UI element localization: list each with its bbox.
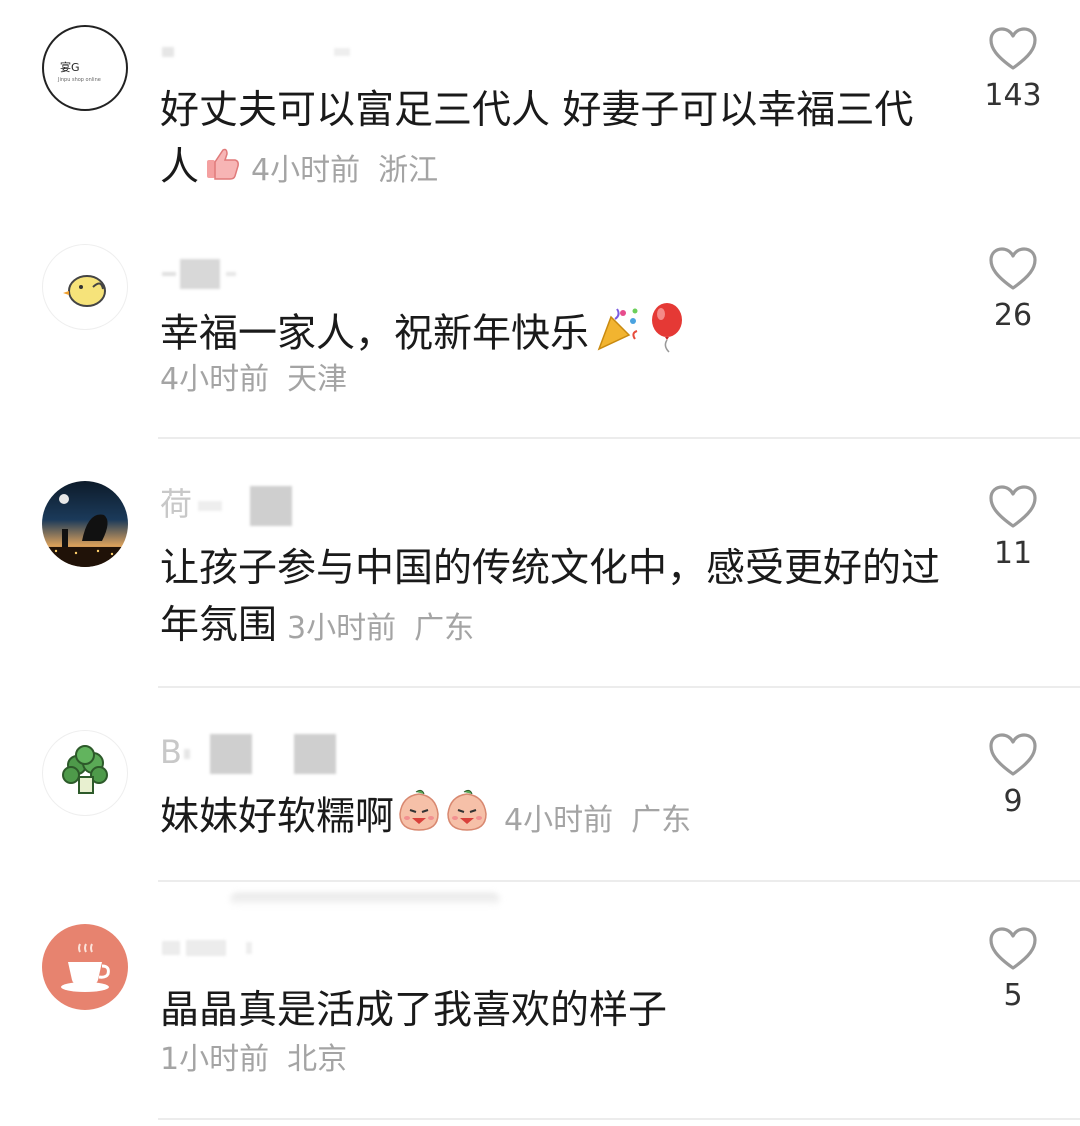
username[interactable] xyxy=(160,926,252,966)
blurred-username xyxy=(246,942,252,954)
heart-icon xyxy=(989,27,1037,70)
peach-face-icon xyxy=(444,788,490,850)
avatar[interactable]: 宴G Jinpu shop online xyxy=(42,25,128,111)
blurred-username xyxy=(162,47,174,57)
like-button[interactable]: 143 xyxy=(980,26,1046,113)
blurred-username xyxy=(180,259,220,289)
like-count: 26 xyxy=(993,298,1033,333)
avatar[interactable] xyxy=(42,244,128,330)
like-count: 5 xyxy=(1003,978,1023,1013)
comment-location: 天津 xyxy=(287,362,348,397)
like-count: 143 xyxy=(984,78,1042,113)
username[interactable]: B xyxy=(160,732,336,774)
divider xyxy=(158,1118,1080,1120)
chick-icon xyxy=(63,275,106,307)
divider xyxy=(158,686,1080,688)
like-button[interactable]: 5 xyxy=(980,926,1046,1013)
avatar[interactable] xyxy=(42,924,128,1010)
avatar-logo-subtext: Jinpu shop online xyxy=(58,77,101,83)
heart-icon xyxy=(989,733,1037,776)
comment-time: 4小时前 xyxy=(504,802,614,838)
comment-location: 广东 xyxy=(631,802,692,838)
username[interactable] xyxy=(160,30,350,70)
comment-location: 北京 xyxy=(287,1042,348,1077)
like-count: 11 xyxy=(993,536,1033,571)
username[interactable]: 荷 xyxy=(160,484,293,526)
broccoli-icon xyxy=(62,745,108,794)
like-count: 9 xyxy=(1003,784,1023,819)
comment-meta: 4小时前 天津 xyxy=(160,360,347,400)
blurred-username xyxy=(250,486,293,526)
avatar[interactable] xyxy=(42,481,128,567)
blurred-username xyxy=(226,272,236,276)
comment-text[interactable]: 让孩子参与中国的传统文化中，感受更好的过年氛围 3小时前 广东 xyxy=(160,540,940,657)
blurred-username xyxy=(162,272,176,276)
like-button[interactable]: 11 xyxy=(980,484,1046,571)
blurred-username xyxy=(293,734,336,774)
comment-text[interactable]: 好丈夫可以富足三代人 好妻子可以幸福三代人 4小时前 浙江 xyxy=(160,82,940,199)
divider xyxy=(158,437,1080,439)
comment-text[interactable]: 晶晶真是活成了我喜欢的样子 xyxy=(160,982,940,1039)
avatar[interactable] xyxy=(42,730,128,816)
blurred-username xyxy=(198,501,223,511)
blurred-username xyxy=(183,749,190,759)
blurred-username xyxy=(209,734,252,774)
comment-time: 4小时前 xyxy=(160,362,270,397)
coffee-cup-icon xyxy=(61,943,110,992)
comment-meta: 1小时前 北京 xyxy=(160,1040,347,1080)
avatar-logo-text: 宴G xyxy=(60,61,80,74)
heart-icon xyxy=(989,927,1037,970)
blurred-username xyxy=(162,941,180,955)
party-popper-icon xyxy=(593,303,643,369)
username[interactable] xyxy=(160,252,236,292)
blurred-username xyxy=(186,940,226,956)
like-button[interactable]: 26 xyxy=(980,246,1046,333)
comment-time: 4小时前 xyxy=(251,153,361,188)
balloon-icon xyxy=(647,302,687,370)
divider xyxy=(158,880,1080,882)
thumbs-up-icon xyxy=(203,141,241,198)
blurred-username xyxy=(334,48,350,56)
comment-location: 广东 xyxy=(414,611,475,646)
comment-time: 3小时前 xyxy=(287,611,397,646)
heart-icon xyxy=(989,485,1037,528)
night-city-icon xyxy=(42,494,128,567)
comment-location: 浙江 xyxy=(378,153,439,188)
comment-time: 1小时前 xyxy=(160,1042,270,1077)
shadow-smudge xyxy=(230,893,500,907)
like-button[interactable]: 9 xyxy=(980,732,1046,819)
comment-text[interactable]: 妹妹好软糯啊 4小时前 广东 xyxy=(160,788,940,850)
peach-face-icon xyxy=(396,788,442,850)
heart-icon xyxy=(989,247,1037,290)
